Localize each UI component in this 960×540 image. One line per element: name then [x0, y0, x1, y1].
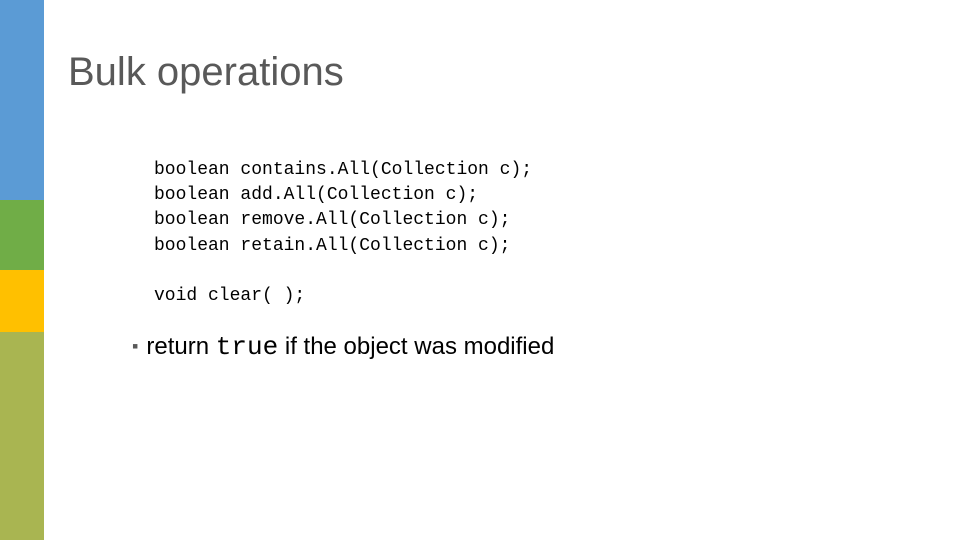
code-line-4: boolean retain.All(Collection c);	[154, 236, 510, 256]
sidebar-accent	[0, 0, 44, 540]
bullet-prefix: return	[146, 333, 215, 360]
bullet-item: ▪ return true if the object was modified	[132, 332, 554, 362]
bullet-marker-icon: ▪	[132, 336, 138, 357]
bullet-text: return true if the object was modified	[146, 332, 554, 362]
bullet-keyword: true	[216, 332, 278, 362]
sidebar-segment-blue	[0, 0, 44, 200]
sidebar-segment-green	[0, 200, 44, 270]
code-line-6: void clear( );	[154, 286, 305, 306]
code-line-2: boolean add.All(Collection c);	[154, 185, 478, 205]
sidebar-segment-yellow	[0, 270, 44, 332]
code-line-1: boolean contains.All(Collection c);	[154, 160, 532, 180]
code-block: boolean contains.All(Collection c); bool…	[154, 158, 532, 309]
sidebar-segment-olive	[0, 332, 44, 540]
bullet-suffix: if the object was modified	[278, 333, 554, 360]
code-line-3: boolean remove.All(Collection c);	[154, 210, 510, 230]
page-title: Bulk operations	[68, 50, 344, 95]
